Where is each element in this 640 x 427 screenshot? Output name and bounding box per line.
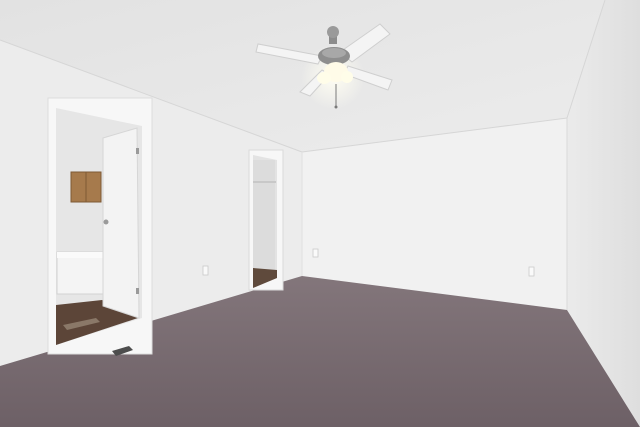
bathroom-door[interactable] <box>102 127 140 319</box>
vanity-counter <box>56 251 104 295</box>
bathroom-doorway <box>47 97 153 355</box>
bedroom-photo <box>0 0 640 427</box>
door-knob[interactable] <box>103 219 109 225</box>
scene-svg <box>0 0 640 427</box>
wall-outlet-left <box>202 265 209 276</box>
closet-doorway <box>248 149 284 291</box>
wall-outlet-back-left <box>312 248 319 258</box>
wall-outlet-back-right <box>528 266 535 277</box>
